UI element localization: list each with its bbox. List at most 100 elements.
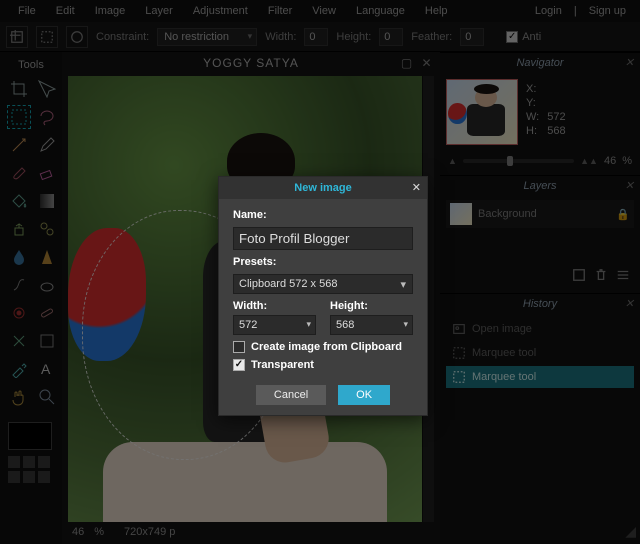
window-maximize-icon[interactable]: ▢ <box>400 56 414 70</box>
layer-delete-icon[interactable] <box>594 268 608 285</box>
menu-file[interactable]: File <box>8 5 46 17</box>
shape-tool-icon[interactable] <box>36 330 58 352</box>
dlg-width-label: Width: <box>233 300 316 312</box>
liquify-tool-icon[interactable] <box>8 330 30 352</box>
antialias-checkbox[interactable]: Anti <box>506 31 541 43</box>
nav-x-label: X: <box>526 83 539 95</box>
constraint-select[interactable]: No restriction <box>157 28 257 46</box>
opt-width-input[interactable]: 0 <box>304 28 328 46</box>
sponge-tool-icon[interactable] <box>36 274 58 296</box>
presets-label: Presets: <box>233 256 413 268</box>
signup-link[interactable]: Sign up <box>583 5 632 17</box>
layer-row[interactable]: Background 🔒 <box>446 200 634 228</box>
new-image-dialog: New image ✕ Name: Presets: Clipboard 572… <box>218 176 428 416</box>
dialog-close-icon[interactable]: ✕ <box>412 181 421 194</box>
transparent-checkbox[interactable]: Transparent <box>233 359 413 371</box>
layer-settings-icon[interactable] <box>572 268 586 285</box>
status-bar: 46 % 720x749 p <box>68 524 434 540</box>
layer-name: Background <box>478 208 537 220</box>
swatch-chips[interactable] <box>0 456 62 483</box>
nav-y-label: Y: <box>526 97 539 109</box>
history-label: Marquee tool <box>472 371 536 383</box>
marquee-tool-icon[interactable] <box>8 106 30 128</box>
zoom-unit: % <box>94 526 104 538</box>
zoom-in-icon[interactable]: ▲▲ <box>580 156 598 166</box>
nav-w-value: 572 <box>547 111 565 123</box>
history-item[interactable]: Marquee tool <box>446 366 634 388</box>
opt-height-input[interactable]: 0 <box>379 28 403 46</box>
dlg-width-input[interactable]: 572 <box>233 315 316 335</box>
bucket-tool-icon[interactable] <box>8 190 30 212</box>
feather-input[interactable]: 0 <box>460 28 484 46</box>
menu-image[interactable]: Image <box>85 5 136 17</box>
pencil-tool-icon[interactable] <box>36 134 58 156</box>
history-item[interactable]: Marquee tool <box>446 342 634 364</box>
menu-language[interactable]: Language <box>346 5 415 17</box>
lock-icon[interactable]: 🔒 <box>616 208 630 221</box>
zoom-tool-icon[interactable] <box>36 386 58 408</box>
open-image-icon <box>452 322 466 336</box>
menubar: File Edit Image Layer Adjustment Filter … <box>0 0 640 22</box>
crop-mode-icon[interactable] <box>6 26 28 48</box>
menu-filter[interactable]: Filter <box>258 5 302 17</box>
brush-tool-icon[interactable] <box>8 162 30 184</box>
sharpen-tool-icon[interactable] <box>36 246 58 268</box>
crop-tool-icon[interactable] <box>8 78 30 100</box>
redeye-tool-icon[interactable] <box>8 302 30 324</box>
nav-zoom-unit: % <box>622 155 632 167</box>
hand-tool-icon[interactable] <box>8 386 30 408</box>
history-panel: History ✕ Open image Marquee tool Marque… <box>440 293 640 544</box>
menu-layer[interactable]: Layer <box>135 5 183 17</box>
history-label: Marquee tool <box>472 347 536 359</box>
menu-adjustment[interactable]: Adjustment <box>183 5 258 17</box>
foreground-swatch[interactable] <box>8 422 52 450</box>
gradient-tool-icon[interactable] <box>36 190 58 212</box>
resize-grip-icon[interactable]: ◢ <box>625 523 636 540</box>
presets-select[interactable]: Clipboard 572 x 568 <box>233 274 413 294</box>
clone-tool-icon[interactable] <box>8 218 30 240</box>
cancel-button[interactable]: Cancel <box>256 385 326 405</box>
svg-text:A: A <box>41 361 51 377</box>
navigator-panel: Navigator ✕ X: Y: W:572 H:568 ▲ <box>440 52 640 175</box>
name-input[interactable] <box>233 227 413 250</box>
nav-w-label: W: <box>526 111 539 123</box>
history-close-icon[interactable]: ✕ <box>625 297 634 310</box>
history-title: History <box>523 298 557 310</box>
eyedropper-tool-icon[interactable] <box>8 358 30 380</box>
wand-tool-icon[interactable] <box>8 134 30 156</box>
zoom-slider[interactable] <box>463 159 574 163</box>
name-label: Name: <box>233 209 413 221</box>
eraser-tool-icon[interactable] <box>36 162 58 184</box>
dialog-title: New image <box>294 182 351 194</box>
replace-color-tool-icon[interactable] <box>36 218 58 240</box>
layer-menu-icon[interactable] <box>616 268 630 285</box>
marquee-mode-icon[interactable] <box>36 26 58 48</box>
ok-button[interactable]: OK <box>338 385 390 405</box>
nav-x-value <box>547 83 565 95</box>
layers-close-icon[interactable]: ✕ <box>625 179 634 192</box>
nav-zoom-value: 46 <box>604 155 616 167</box>
checkmark-icon <box>506 31 518 43</box>
dlg-height-input[interactable]: 568 <box>330 315 413 335</box>
menu-view[interactable]: View <box>302 5 346 17</box>
heal-tool-icon[interactable] <box>36 302 58 324</box>
ellipse-mode-icon[interactable] <box>66 26 88 48</box>
options-bar: Constraint: No restriction Width: 0 Heig… <box>0 22 640 52</box>
navigator-thumbnail[interactable] <box>446 79 518 145</box>
window-close-icon[interactable]: ✕ <box>420 56 434 70</box>
navigator-close-icon[interactable]: ✕ <box>625 56 634 69</box>
zoom-out-icon[interactable]: ▲ <box>448 156 457 166</box>
menu-help[interactable]: Help <box>415 5 458 17</box>
menu-edit[interactable]: Edit <box>46 5 85 17</box>
history-item[interactable]: Open image <box>446 318 634 340</box>
move-tool-icon[interactable] <box>36 78 58 100</box>
login-link[interactable]: Login <box>529 5 568 17</box>
clipboard-checkbox[interactable]: Create image from Clipboard <box>233 341 413 353</box>
type-tool-icon[interactable]: A <box>36 358 58 380</box>
blur-tool-icon[interactable] <box>8 246 30 268</box>
marquee-icon <box>452 370 466 384</box>
opt-width-label: Width: <box>265 31 296 43</box>
layers-title: Layers <box>523 180 556 192</box>
lasso-tool-icon[interactable] <box>36 106 58 128</box>
smudge-tool-icon[interactable] <box>8 274 30 296</box>
